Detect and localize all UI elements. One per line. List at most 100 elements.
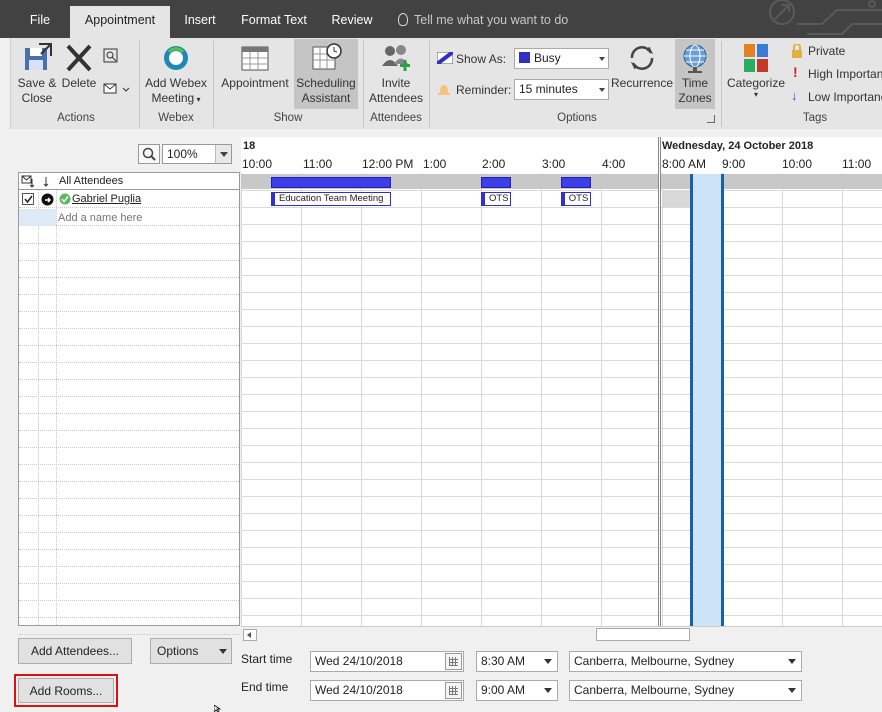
decorative-circuit-icon bbox=[769, 0, 882, 35]
save-close-button[interactable]: Save & Close bbox=[15, 42, 59, 106]
low-importance-toggle[interactable]: Low Importance bbox=[808, 90, 882, 104]
attendee-name[interactable]: Gabriel Puglia bbox=[72, 193, 141, 205]
empty-attendee-row bbox=[19, 567, 239, 584]
all-attendees-row: All Attendees bbox=[19, 173, 239, 190]
tell-me-search[interactable]: Tell me what you want to do bbox=[398, 6, 568, 34]
envelope-more-icon bbox=[103, 83, 130, 94]
scan-icon-button[interactable] bbox=[103, 48, 119, 64]
add-attendee-row bbox=[19, 209, 239, 226]
recurrence-button[interactable]: Recurrence bbox=[611, 42, 673, 91]
left-day-label: 18 bbox=[243, 140, 256, 152]
calendar-icon[interactable] bbox=[445, 653, 462, 670]
show-as-dropdown[interactable]: Busy bbox=[514, 48, 609, 69]
attendee-row[interactable]: Gabriel Puglia bbox=[19, 191, 239, 208]
timeline-scrollbar[interactable] bbox=[241, 626, 882, 642]
empty-attendee-row bbox=[19, 261, 239, 278]
show-as-label: Show As: bbox=[456, 52, 507, 66]
add-webex-meeting-button[interactable]: Add Webex Meeting ▾ bbox=[143, 42, 209, 107]
hour-label: 8:00 AM bbox=[662, 157, 707, 171]
low-importance-icon: ↓ bbox=[791, 88, 798, 103]
start-time-value: 8:30 AM bbox=[481, 654, 526, 668]
row-gridline bbox=[241, 309, 882, 310]
options-button[interactable]: Options bbox=[150, 638, 232, 664]
end-timezone-dropdown[interactable]: Canberra, Melbourne, Sydney bbox=[569, 680, 802, 701]
chevron-down-icon bbox=[219, 649, 227, 654]
group-tags-label: Tags bbox=[802, 112, 828, 124]
row-gridline bbox=[241, 326, 882, 327]
show-as-icon bbox=[437, 52, 453, 64]
options-dialog-launcher-icon[interactable] bbox=[707, 115, 715, 123]
right-day-label: Wednesday, 24 October 2018 bbox=[662, 140, 814, 152]
attendee-list: All Attendees Gabriel Puglia bbox=[18, 172, 240, 635]
hour-label: 10:00 bbox=[782, 157, 813, 171]
row-gridline bbox=[241, 377, 882, 378]
add-rooms-button[interactable]: Add Rooms... bbox=[14, 674, 118, 707]
tab-review[interactable]: Review bbox=[324, 6, 380, 38]
group-webex-label: Webex bbox=[158, 112, 194, 124]
delete-x-icon bbox=[63, 42, 95, 74]
categorize-button[interactable]: Categorize ▾ bbox=[725, 42, 787, 99]
chevron-down-icon bbox=[215, 145, 231, 163]
scrollbar-thumb[interactable] bbox=[596, 628, 690, 641]
appointment-label: Appointment bbox=[221, 76, 289, 90]
group-separator bbox=[429, 41, 430, 127]
zoom-button[interactable] bbox=[138, 144, 160, 164]
required-attendee-icon[interactable] bbox=[41, 193, 54, 206]
row-gridline bbox=[241, 190, 882, 191]
selected-time-range[interactable] bbox=[690, 174, 724, 626]
attendee-type-sort-icon[interactable] bbox=[41, 175, 53, 188]
time-zones-button[interactable]: Time Zones bbox=[675, 39, 715, 109]
hour-label: 11:00 bbox=[303, 157, 333, 171]
empty-attendee-row bbox=[19, 533, 239, 550]
tab-appointment[interactable]: Appointment bbox=[70, 6, 170, 38]
delete-button[interactable]: Delete bbox=[61, 42, 97, 91]
save-close-label: Save & Close bbox=[17, 76, 57, 105]
all-attendees-busy-block bbox=[560, 177, 591, 188]
magnifier-icon bbox=[142, 147, 156, 161]
high-importance-toggle[interactable]: High Importance bbox=[808, 67, 882, 81]
row-gridline bbox=[241, 292, 882, 293]
start-timezone-dropdown[interactable]: Canberra, Melbourne, Sydney bbox=[569, 651, 802, 672]
invite-attendees-button[interactable]: Invite Attendees bbox=[367, 42, 425, 106]
checkmark-icon bbox=[24, 195, 33, 204]
zoom-dropdown[interactable]: 100% bbox=[162, 144, 232, 164]
end-date-field[interactable]: Wed 24/10/2018 bbox=[310, 680, 464, 701]
tab-file[interactable]: File bbox=[18, 6, 62, 38]
meeting-block[interactable]: Education Team Meeting bbox=[271, 192, 391, 206]
all-attendees-busy-block bbox=[481, 177, 511, 188]
private-toggle[interactable]: Private bbox=[808, 44, 845, 58]
start-timezone-value: Canberra, Melbourne, Sydney bbox=[574, 654, 735, 668]
more-actions-button[interactable] bbox=[103, 80, 131, 96]
tab-insert[interactable]: Insert bbox=[176, 6, 224, 38]
tab-format-text[interactable]: Format Text bbox=[234, 6, 314, 38]
end-time-dropdown[interactable]: 9:00 AM bbox=[476, 680, 558, 701]
reminder-dropdown[interactable]: 15 minutes bbox=[514, 79, 609, 100]
lightbulb-icon bbox=[398, 13, 408, 26]
add-attendees-button[interactable]: Add Attendees... bbox=[18, 638, 132, 664]
meeting-block[interactable]: OTS bbox=[560, 192, 591, 206]
envelope-sort-icon[interactable] bbox=[21, 175, 35, 188]
meeting-block[interactable]: OTS bbox=[481, 192, 511, 206]
attendee-checkbox[interactable] bbox=[22, 193, 34, 205]
row-gridline bbox=[241, 275, 882, 276]
timeline-header: 18 Wednesday, 24 October 2018 10:00 11:0… bbox=[241, 137, 882, 173]
start-time-dropdown[interactable]: 8:30 AM bbox=[476, 651, 558, 672]
scheduling-assistant-button[interactable]: Scheduling Assistant bbox=[294, 39, 358, 109]
presence-available-icon bbox=[59, 193, 71, 205]
tell-me-text: Tell me what you want to do bbox=[414, 13, 569, 27]
empty-attendee-row bbox=[19, 482, 239, 499]
hour-label: 9:00 bbox=[722, 157, 746, 171]
calendar-icon[interactable] bbox=[445, 682, 462, 699]
hour-label: 4:00 bbox=[602, 157, 626, 171]
delete-label: Delete bbox=[61, 76, 97, 90]
scheduling-grid[interactable]: 18 Wednesday, 24 October 2018 10:00 11:0… bbox=[241, 137, 882, 626]
group-options-label: Options bbox=[557, 112, 597, 124]
add-name-input[interactable] bbox=[58, 210, 237, 225]
row-gridline bbox=[241, 258, 882, 259]
appointment-view-button[interactable]: Appointment bbox=[217, 42, 293, 91]
group-separator bbox=[139, 41, 140, 127]
row-gridline bbox=[241, 479, 882, 480]
hour-label: 11:00 bbox=[842, 157, 872, 171]
start-date-field[interactable]: Wed 24/10/2018 bbox=[310, 651, 464, 672]
scroll-left-icon[interactable] bbox=[243, 629, 257, 641]
